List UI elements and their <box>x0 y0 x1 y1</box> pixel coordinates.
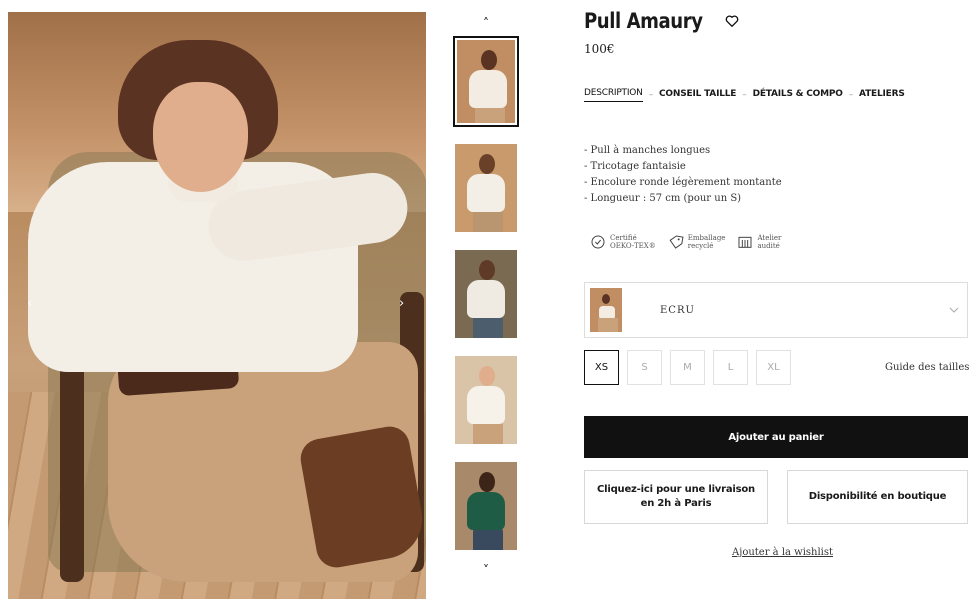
description-line: - Tricotage fantaisie <box>584 161 686 172</box>
recycled-tag-icon <box>669 235 684 249</box>
tab-details-composition[interactable]: DÉTAILS & COMPO <box>753 89 843 102</box>
thumbnails-down-chevron-icon[interactable]: ˅ <box>478 563 494 577</box>
size-guide-link[interactable]: Guide des tailles <box>885 362 969 373</box>
main-product-image <box>8 12 426 599</box>
description-line: - Encolure ronde légèrement montante <box>584 177 782 188</box>
product-price: 100€ <box>584 42 615 56</box>
badge-label: audité <box>757 242 780 250</box>
color-selector[interactable]: ECRU <box>584 282 968 338</box>
badge-label: recyclé <box>687 242 714 250</box>
add-to-wishlist-link[interactable]: Ajouter à la wishlist <box>732 547 833 558</box>
product-title: Pull Amaury <box>584 9 703 33</box>
image-next-arrow[interactable]: › <box>399 296 404 311</box>
certified-check-icon <box>591 235 605 249</box>
store-availability-button[interactable]: Disponibilité en boutique <box>787 470 968 524</box>
tab-separator: – <box>848 90 854 100</box>
size-option-l[interactable]: L <box>713 350 748 385</box>
thumbnail-1[interactable] <box>453 36 519 127</box>
tab-size-advice[interactable]: CONSEIL TAILLE <box>659 89 736 102</box>
tab-workshops[interactable]: ATELIERS <box>859 89 905 102</box>
image-prev-arrow[interactable]: ‹ <box>27 296 32 311</box>
photo-boot <box>297 423 426 571</box>
thumbnail-4[interactable] <box>455 356 517 444</box>
product-tabs: DESCRIPTION – CONSEIL TAILLE – DÉTAILS &… <box>584 88 905 102</box>
thumbnails-up-chevron-icon[interactable]: ˄ <box>478 16 494 30</box>
size-option-m[interactable]: M <box>670 350 705 385</box>
badge-label: Emballage <box>687 234 726 242</box>
badge-label: Certifié <box>610 234 637 242</box>
chevron-down-icon <box>949 307 959 313</box>
description-line: - Pull à manches longues <box>584 145 711 156</box>
photo-armchair-arm <box>60 342 84 582</box>
workshop-audit-icon <box>738 236 752 248</box>
color-swatch-image <box>590 288 622 332</box>
thumbnail-2[interactable] <box>455 144 517 232</box>
size-option-s[interactable]: S <box>627 350 662 385</box>
badge-recycled-packaging: Emballage recyclé <box>668 234 726 250</box>
product-description: - Pull à manches longues - Tricotage fan… <box>584 143 782 207</box>
tab-separator: – <box>742 90 747 100</box>
add-to-cart-button[interactable]: Ajouter au panier <box>584 416 968 458</box>
size-option-xl[interactable]: XL <box>756 350 791 385</box>
photo-face <box>153 82 248 192</box>
badge-oeko-tex: Certifié OEKO-TEX® <box>590 234 656 250</box>
product-badges: Certifié OEKO-TEX® Emballage recyclé Ate… <box>590 234 781 250</box>
express-delivery-button[interactable]: Cliquez-ici pour une livraison en 2h à P… <box>584 470 768 524</box>
description-line: - Longueur : 57 cm (pour un S) <box>584 193 742 204</box>
badge-label: OEKO-TEX® <box>610 242 656 250</box>
heart-icon[interactable] <box>724 13 740 29</box>
badge-label: Atelier <box>757 234 782 242</box>
tab-separator: – <box>648 90 654 100</box>
tab-description[interactable]: DESCRIPTION <box>584 88 643 102</box>
badge-audited-workshop: Atelier audité <box>737 234 781 250</box>
thumbnail-5[interactable] <box>455 462 517 550</box>
selected-color-label: ECRU <box>660 304 695 316</box>
size-options: XS S M L XL <box>584 350 791 385</box>
size-option-xs[interactable]: XS <box>584 350 619 385</box>
product-header: Pull Amaury <box>584 9 740 33</box>
thumbnail-3[interactable] <box>455 250 517 338</box>
